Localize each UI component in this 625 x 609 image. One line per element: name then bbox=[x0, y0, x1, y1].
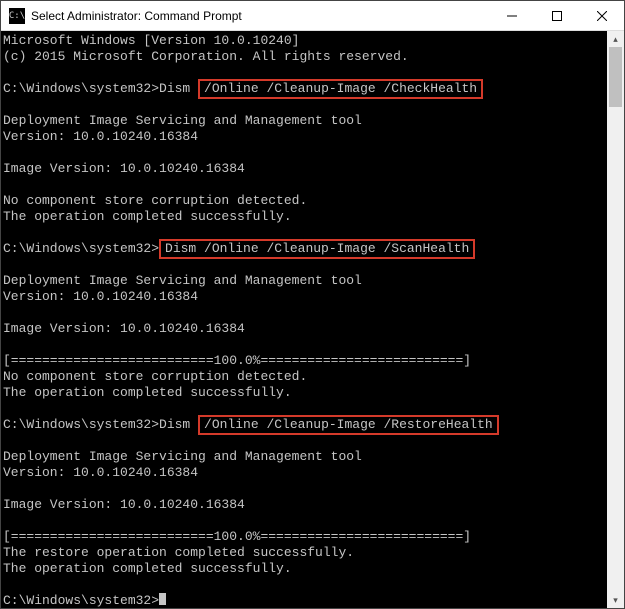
scroll-down-arrow-icon[interactable]: ▾ bbox=[607, 592, 624, 608]
dism-version-line: Version: 10.0.10240.16384 bbox=[3, 465, 607, 481]
progress-line: [==========================100.0%=======… bbox=[3, 353, 607, 369]
close-button[interactable] bbox=[579, 1, 624, 30]
command-line-3: C:\Windows\system32>Dism /Online /Cleanu… bbox=[3, 417, 607, 433]
cmd-icon: C:\ bbox=[9, 8, 25, 24]
restore-success-line: The restore operation completed successf… bbox=[3, 545, 607, 561]
scrollbar-thumb[interactable] bbox=[609, 47, 622, 107]
dism-version-line: Version: 10.0.10240.16384 bbox=[3, 289, 607, 305]
minimize-icon bbox=[507, 11, 517, 21]
highlight-scanhealth: Dism /Online /Cleanup-Image /ScanHealth bbox=[159, 239, 475, 259]
prompt-line: C:\Windows\system32> bbox=[3, 593, 607, 608]
content-area: Microsoft Windows [Version 10.0.10240](c… bbox=[1, 31, 624, 608]
no-corruption-line: No component store corruption detected. bbox=[3, 193, 607, 209]
scroll-up-arrow-icon[interactable]: ▴ bbox=[607, 31, 624, 47]
vertical-scrollbar[interactable]: ▴ ▾ bbox=[607, 31, 624, 608]
image-version-line: Image Version: 10.0.10240.16384 bbox=[3, 161, 607, 177]
command-prompt-window: C:\ Select Administrator: Command Prompt… bbox=[0, 0, 625, 609]
success-line: The operation completed successfully. bbox=[3, 209, 607, 225]
command-line-2: C:\Windows\system32>Dism /Online /Cleanu… bbox=[3, 241, 607, 257]
titlebar[interactable]: C:\ Select Administrator: Command Prompt bbox=[1, 1, 624, 31]
highlight-checkhealth: /Online /Cleanup-Image /CheckHealth bbox=[198, 79, 483, 99]
progress-line: [==========================100.0%=======… bbox=[3, 529, 607, 545]
version-line: Microsoft Windows [Version 10.0.10240] bbox=[3, 33, 607, 49]
maximize-button[interactable] bbox=[534, 1, 579, 30]
success-line: The operation completed successfully. bbox=[3, 385, 607, 401]
copyright-line: (c) 2015 Microsoft Corporation. All righ… bbox=[3, 49, 607, 65]
dism-tool-line: Deployment Image Servicing and Managemen… bbox=[3, 273, 607, 289]
command-line-1: C:\Windows\system32>Dism /Online /Cleanu… bbox=[3, 81, 607, 97]
dism-tool-line: Deployment Image Servicing and Managemen… bbox=[3, 113, 607, 129]
highlight-restorehealth: /Online /Cleanup-Image /RestoreHealth bbox=[198, 415, 499, 435]
image-version-line: Image Version: 10.0.10240.16384 bbox=[3, 497, 607, 513]
cursor bbox=[159, 593, 166, 605]
no-corruption-line: No component store corruption detected. bbox=[3, 369, 607, 385]
image-version-line: Image Version: 10.0.10240.16384 bbox=[3, 321, 607, 337]
dism-version-line: Version: 10.0.10240.16384 bbox=[3, 129, 607, 145]
success-line: The operation completed successfully. bbox=[3, 561, 607, 577]
close-icon bbox=[597, 11, 607, 21]
window-controls bbox=[489, 1, 624, 30]
minimize-button[interactable] bbox=[489, 1, 534, 30]
window-title: Select Administrator: Command Prompt bbox=[31, 9, 489, 23]
terminal-output[interactable]: Microsoft Windows [Version 10.0.10240](c… bbox=[1, 31, 607, 608]
dism-tool-line: Deployment Image Servicing and Managemen… bbox=[3, 449, 607, 465]
maximize-icon bbox=[552, 11, 562, 21]
